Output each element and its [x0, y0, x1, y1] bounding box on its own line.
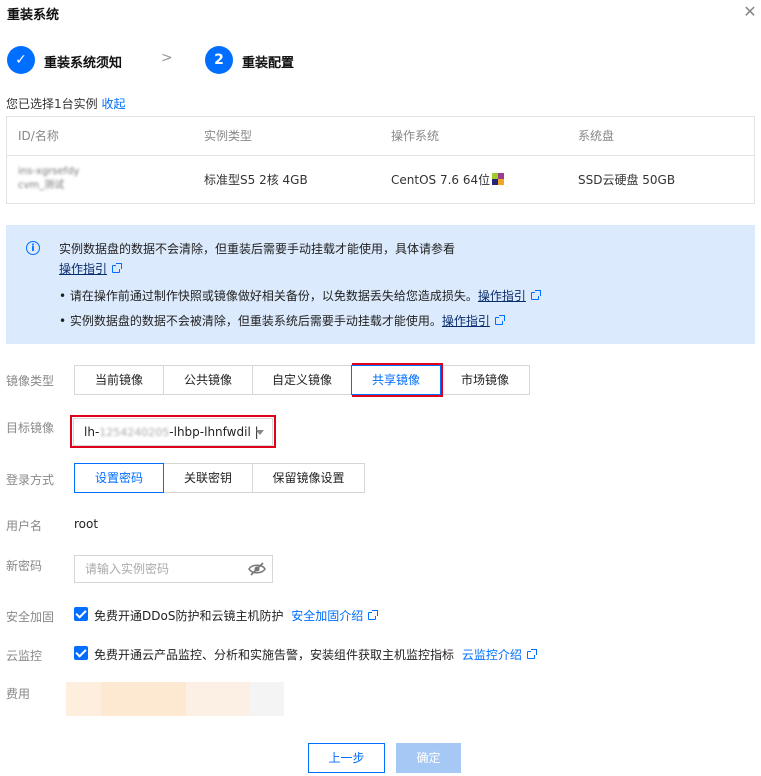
external-link-icon[interactable] — [368, 610, 379, 620]
step-2-number: 2 — [205, 46, 233, 74]
highlight-target-image — [70, 415, 276, 448]
bullet-1-guide-link[interactable]: 操作指引 — [478, 289, 526, 303]
close-icon[interactable]: ✕ — [741, 3, 759, 21]
bullet-2-guide-link[interactable]: 操作指引 — [442, 314, 490, 328]
external-link-icon[interactable] — [494, 315, 505, 325]
notice-bullet-1: • 请在操作前通过制作快照或镜像做好相关备份，以免数据丢失给您造成损失。操作指引 — [59, 287, 541, 304]
username-label: 用户名 — [6, 519, 43, 533]
step-done-check-icon: ✓ — [7, 46, 35, 74]
selection-summary: 您已选择1台实例 收起 — [6, 95, 125, 112]
instance-id-blurred: ins-xgrsefdy — [18, 166, 80, 177]
confirm-button[interactable]: 确定 — [396, 743, 461, 773]
notice-bullet-2-text: 实例数据盘的数据不会被清除，但重装系统后需要手动挂载才能使用。 — [69, 314, 442, 328]
step-1-label: 重装系统须知 — [44, 56, 123, 71]
header-system-disk: 系统盘 — [578, 129, 615, 143]
notice-box: i 实例数据盘的数据不会清除，但重装后需要手动挂载才能使用，具体请参看 操作指引… — [6, 225, 755, 344]
target-image-label: 目标镜像 — [6, 421, 55, 435]
security-text: 免费开通DDoS防护和云镜主机防护 — [94, 609, 284, 623]
monitor-text: 免费开通云产品监控、分析和实施告警，安装组件获取主机监控指标 — [94, 648, 455, 662]
image-type-shared[interactable]: 共享镜像 — [351, 365, 441, 395]
instance-table: ID/名称 实例类型 操作系统 系统盘 ins-xgrsefdy cvm_测试 … — [6, 116, 755, 204]
cell-id-name: ins-xgrsefdy cvm_测试 — [18, 165, 79, 213]
login-keep-image-setting[interactable]: 保留镜像设置 — [252, 463, 365, 493]
centos-logo-icon — [492, 173, 505, 185]
notice-line-1: 实例数据盘的数据不会清除，但重装后需要手动挂载才能使用，具体请参看 — [59, 242, 456, 256]
image-type-public[interactable]: 公共镜像 — [163, 365, 253, 395]
monitor-checkbox[interactable] — [74, 646, 88, 660]
security-label: 安全加固 — [6, 610, 55, 624]
security-intro-link[interactable]: 安全加固介绍 — [291, 609, 363, 623]
login-link-key[interactable]: 关联密钥 — [163, 463, 253, 493]
os-text: CentOS 7.6 64位 — [391, 173, 491, 187]
image-type-current[interactable]: 当前镜像 — [74, 365, 164, 395]
username-value: root — [74, 517, 99, 531]
selection-text: 您已选择1台实例 — [6, 97, 98, 111]
new-password-label: 新密码 — [6, 559, 43, 573]
step-2-label: 重装配置 — [242, 56, 295, 71]
header-id-name: ID/名称 — [18, 129, 59, 143]
monitor-text-row: 免费开通云产品监控、分析和实施告警，安装组件获取主机监控指标 云监控介绍 — [94, 646, 537, 663]
external-link-icon[interactable] — [112, 263, 123, 273]
login-set-password[interactable]: 设置密码 — [74, 463, 164, 493]
image-type-group: 当前镜像 公共镜像 自定义镜像 共享镜像 市场镜像 — [74, 365, 530, 395]
image-type-label: 镜像类型 — [6, 374, 55, 388]
notice-guide-link[interactable]: 操作指引 — [59, 262, 107, 276]
external-link-icon[interactable] — [530, 290, 541, 300]
chevron-right-icon: > — [161, 50, 173, 66]
login-method-group: 设置密码 关联密钥 保留镜像设置 — [74, 463, 365, 493]
image-type-custom[interactable]: 自定义镜像 — [252, 365, 352, 395]
image-type-market[interactable]: 市场镜像 — [440, 365, 530, 395]
notice-bullet-1-text: 请在操作前通过制作快照或镜像做好相关备份，以免数据丢失给您造成损失。 — [69, 289, 478, 303]
monitor-intro-link[interactable]: 云监控介绍 — [462, 648, 522, 662]
fee-label: 费用 — [6, 687, 31, 701]
notice-bullet-2: • 实例数据盘的数据不会被清除，但重装系统后需要手动挂载才能使用。操作指引 — [59, 312, 505, 329]
new-password-input[interactable] — [74, 555, 273, 583]
cell-system-disk: SSD云硬盘 50GB — [578, 173, 676, 187]
dialog-title: 重装系统 — [7, 8, 60, 23]
security-text-row: 免费开通DDoS防护和云镜主机防护 安全加固介绍 — [94, 607, 379, 624]
notice-link-row: 操作指引 — [59, 260, 123, 277]
header-os: 操作系统 — [391, 129, 440, 143]
collapse-link[interactable]: 收起 — [101, 97, 125, 111]
fee-value-blurred — [66, 682, 284, 716]
external-link-icon[interactable] — [526, 649, 537, 659]
eye-off-icon[interactable] — [248, 561, 266, 577]
cell-instance-type: 标准型S5 2核 4GB — [204, 173, 308, 187]
login-method-label: 登录方式 — [6, 473, 55, 487]
header-instance-type: 实例类型 — [204, 129, 253, 143]
monitor-label: 云监控 — [6, 649, 43, 663]
info-icon: i — [26, 241, 40, 255]
security-checkbox[interactable] — [74, 607, 88, 621]
prev-step-button[interactable]: 上一步 — [308, 743, 385, 773]
cell-os: CentOS 7.6 64位 — [391, 156, 505, 204]
instance-name-blurred: cvm_测试 — [18, 180, 65, 191]
